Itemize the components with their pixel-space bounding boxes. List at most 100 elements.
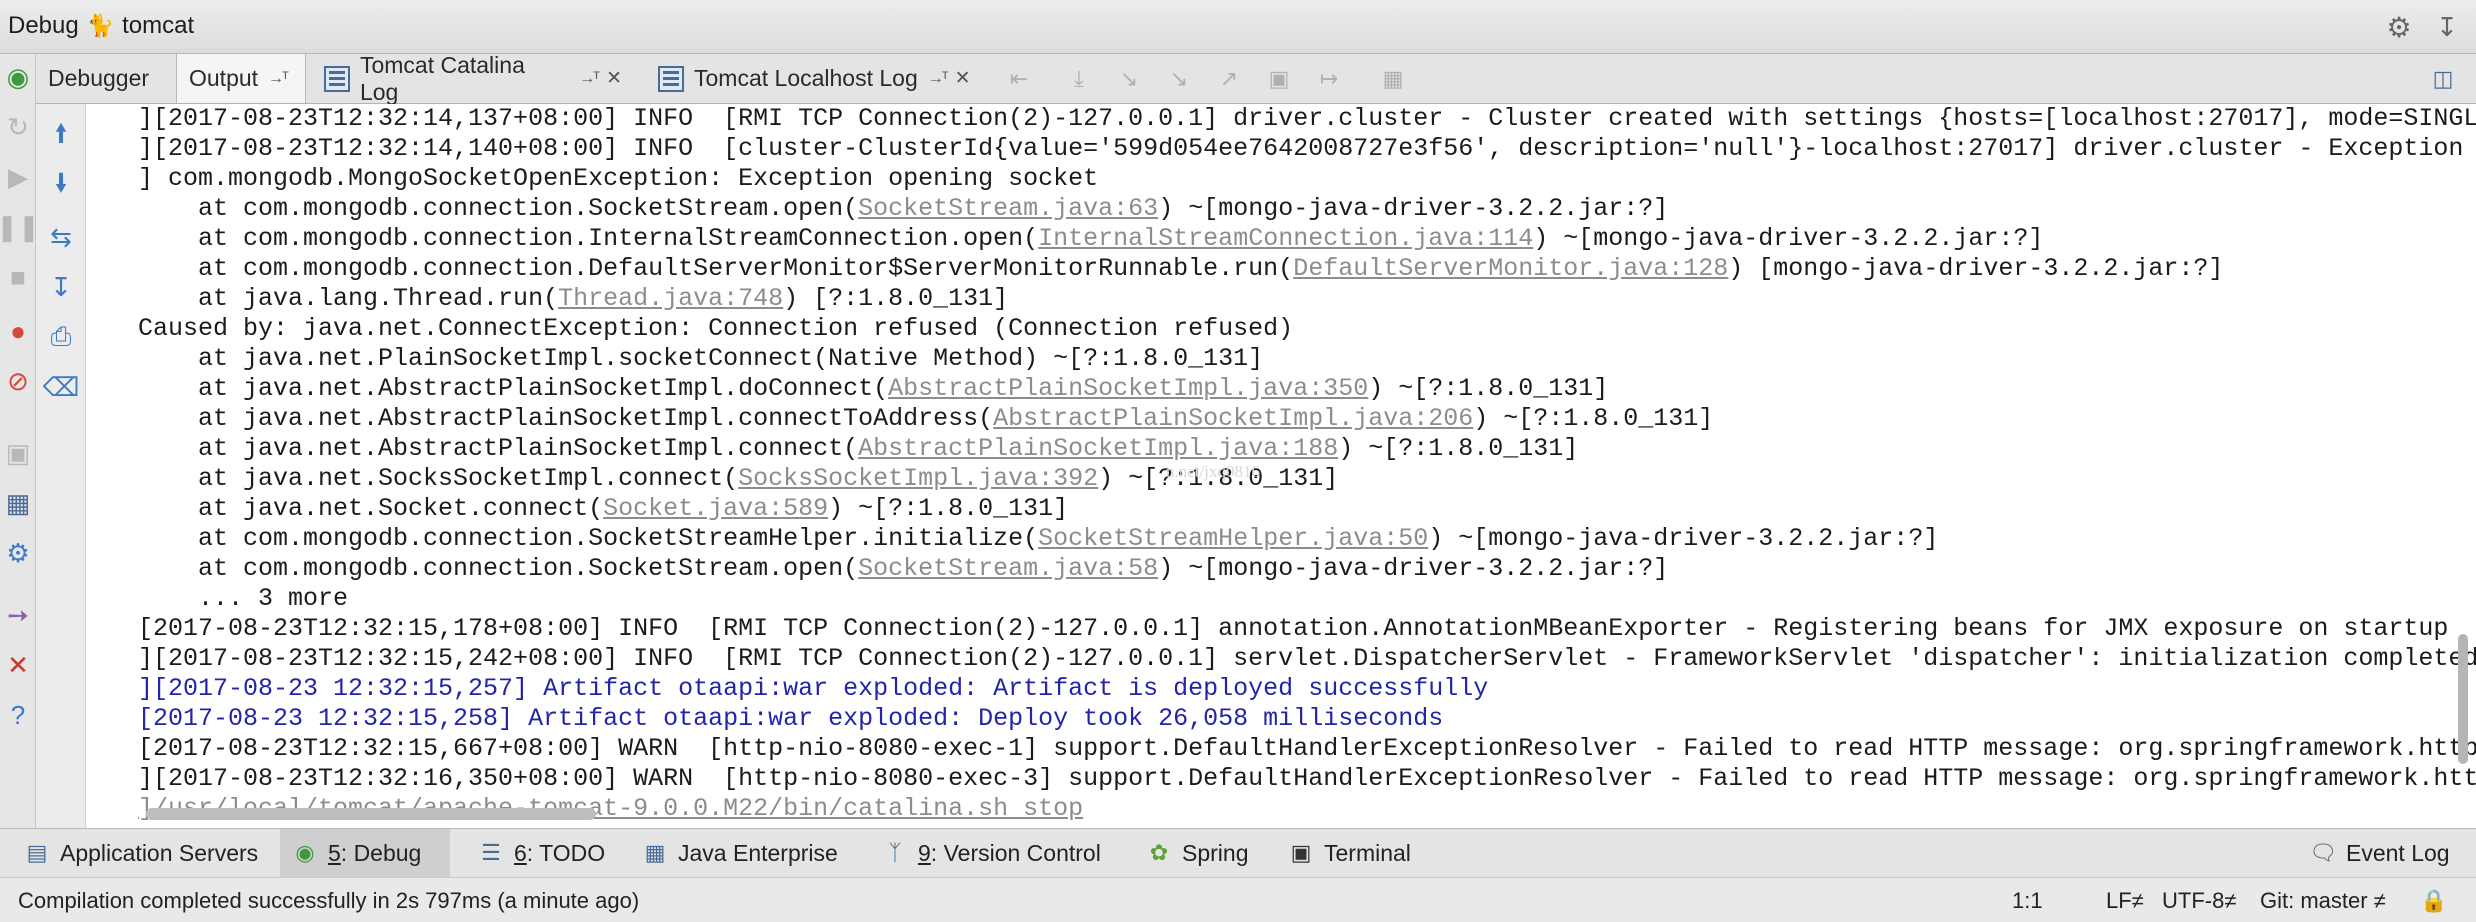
toolwindow-version-control[interactable]: ᛉ 9 : Version Control [870,829,1113,877]
event-log-icon: 🗨 [2309,840,2337,865]
toolwindow-spring[interactable]: ✿ Spring [1134,829,1260,877]
mute-breakpoints-icon[interactable]: ⊘ [3,366,33,396]
close-icon[interactable]: ✕ [606,67,622,90]
toolwindow-terminal[interactable]: ▣ Terminal [1276,829,1423,877]
settings-icon[interactable]: ⚙ [3,538,33,568]
source-link[interactable]: Socket.java:589 [603,494,828,523]
source-link[interactable]: SocketStream.java:58 [858,554,1158,583]
console-line: Caused by: java.net.ConnectException: Co… [138,314,2476,344]
spring-label: Spring [1182,839,1249,866]
tab-debugger-label: Debugger [48,65,150,91]
show-execution-point-icon[interactable]: ⇤ [1004,64,1034,94]
stop-icon[interactable]: ■ [3,262,33,292]
console-text: ) ~[?:1.8.0_131] [1338,434,1579,463]
console-text: at com.mongodb.connection.SocketStream.o… [138,194,859,223]
source-link[interactable]: InternalStreamConnection.java:114 [1038,224,1533,253]
force-step-into-icon[interactable]: ↘ [1164,64,1194,94]
window-prefix: Debug [8,12,79,39]
console-text: at java.net.AbstractPlainSocketImpl.conn… [138,434,859,463]
toolwindow-event-log[interactable]: 🗨 Event Log [2298,829,2462,877]
console-text: at com.mongodb.connection.DefaultServerM… [138,254,1294,283]
resume-icon[interactable]: ▶ [3,162,33,192]
source-link[interactable]: DefaultServerMonitor.java:128 [1293,254,1728,283]
source-link[interactable]: SocketStreamHelper.java:50 [1038,524,1428,553]
java-enterprise-label: Java Enterprise [678,839,838,866]
scroll-to-end-icon[interactable]: ↧ [46,272,76,302]
soft-wrap-icon[interactable]: ⇆ [46,222,76,252]
console-line: at com.mongodb.connection.InternalStream… [138,224,2476,254]
debug-actions-strip: ◉ ↻ ▶ ❚❚ ■ ● ⊘ ▣ ▦ ⚙ ➙ ✕ ? [0,54,40,828]
pause-icon[interactable]: ❚❚ [0,212,40,242]
close-icon[interactable]: ✕ [955,67,971,90]
console-text: at java.net.AbstractPlainSocketImpl.conn… [138,404,994,433]
settings-gear-icon[interactable]: ⚙ [2384,12,2414,43]
source-link[interactable]: AbstractPlainSocketImpl.java:350 [888,374,1368,403]
tab-catalina-pin-icon[interactable]: →ᵀ [579,70,600,88]
run-to-cursor-icon[interactable]: ↦ [1314,64,1344,94]
console-text: at com.mongodb.connection.InternalStream… [138,224,1039,253]
tab-output-pin-icon[interactable]: →ᵀ [268,70,289,88]
console-line: at java.net.SocksSocketImpl.connect(Sock… [138,464,2476,494]
source-link[interactable]: AbstractPlainSocketImpl.java:206 [993,404,1473,433]
lock-icon[interactable]: 🔒 [2420,888,2447,914]
up-arrow-icon[interactable]: 🠙 [46,118,76,152]
tab-tomcat-localhost-log[interactable]: Tomcat Localhost Log →ᵀ ✕ [646,54,984,103]
caret-position[interactable]: 1:1 [2012,888,2043,914]
camera-icon[interactable]: ▣ [3,438,33,468]
terminal-icon: ▣ [1290,840,1312,865]
pin-tab-icon[interactable]: ➙ [3,600,33,630]
server-icon: ▤ [26,840,48,865]
console-text: ][2017-08-23T12:32:14,137+08:00] INFO [R… [138,104,2476,133]
down-arrow-icon[interactable]: 🠛 [46,168,76,202]
console-output[interactable]: ][2017-08-23T12:32:14,137+08:00] INFO [R… [86,104,2476,828]
step-out-icon[interactable]: ↗ [1214,64,1244,94]
console-text: ][2017-08-23T12:32:14,140+08:00] INFO [c… [138,134,2476,163]
help-icon[interactable]: ? [3,700,33,730]
git-branch[interactable]: Git: master ≠ [2260,888,2386,914]
vertical-scrollbar[interactable] [2458,634,2468,764]
hide-panel-icon[interactable]: ↧ [2432,12,2462,42]
evaluate-expression-icon[interactable]: ▦ [1378,64,1408,94]
source-link[interactable]: AbstractPlainSocketImpl.java:188 [858,434,1338,463]
toolwindow-debug[interactable]: ◉ 5 : Debug [280,829,450,877]
console-text: at com.mongodb.connection.SocketStream.o… [138,554,859,583]
close-icon[interactable]: ✕ [3,650,33,680]
source-link[interactable]: SocksSocketImpl.java:392 [738,464,1098,493]
toolwindow-java-enterprise[interactable]: ▦ Java Enterprise [630,829,850,877]
console-line: ][2017-08-23T12:32:15,242+08:00] INFO [R… [138,644,2476,674]
line-separator[interactable]: LF≠ [2106,888,2144,914]
print-icon[interactable]: ⎙ [46,321,76,352]
console-text: ] com.mongodb.MongoSocketOpenException: … [138,164,1099,193]
console-line: at com.mongodb.connection.DefaultServerM… [138,254,2476,284]
tab-debugger[interactable]: Debugger [36,54,176,103]
console-line: at java.net.AbstractPlainSocketImpl.conn… [138,434,2476,464]
run-config-name: tomcat [122,12,195,39]
console-text: ) ~[mongo-java-driver-3.2.2.jar:?] [1533,224,2044,253]
console-line: at java.net.PlainSocketImpl.socketConnec… [138,344,2476,374]
file-encoding[interactable]: UTF-8≠ [2162,888,2236,914]
source-link[interactable]: SocketStream.java:63 [858,194,1158,223]
tab-tomcat-catalina-log[interactable]: Tomcat Catalina Log →ᵀ ✕ [312,52,634,105]
clear-all-icon[interactable]: ⌫ [43,372,80,402]
source-link[interactable]: Thread.java:748 [558,284,783,313]
step-over-icon[interactable]: ⤓ [1064,64,1094,94]
console-text: ][2017-08-23T12:32:15,242+08:00] INFO [R… [138,644,2476,673]
tab-localhost-pin-icon[interactable]: →ᵀ [928,70,949,88]
step-into-icon[interactable]: ↘ [1114,64,1144,94]
toolwindow-application-servers[interactable]: ▤ Application Servers [12,829,270,877]
log-file-icon [658,65,684,92]
view-breakpoints-icon[interactable]: ● [3,316,33,346]
console-text: at com.mongodb.connection.SocketStreamHe… [138,524,1039,553]
drop-frame-icon[interactable]: ▣ [1264,64,1294,94]
watermark: n.net/jxq0816 [1166,462,1260,481]
rerun-icon[interactable]: ↻ [3,112,33,142]
layout-icon[interactable]: ▦ [3,488,33,518]
toolwindow-todo[interactable]: ☰ 6 : TODO [466,829,617,877]
debug-tab-row: Debugger Output →ᵀ Tomcat Catalina Log →… [0,52,2476,105]
horizontal-scrollbar[interactable] [146,808,596,820]
console-line: ][2017-08-23T12:32:16,350+08:00] WARN [h… [138,764,2476,794]
console-text: [2017-08-23T12:32:15,667+08:00] WARN [ht… [138,734,2476,763]
tab-output[interactable]: Output →ᵀ [176,54,306,103]
version-control-icon: ᛉ [888,840,902,865]
restore-layout-icon[interactable]: ◫ [2428,64,2458,94]
